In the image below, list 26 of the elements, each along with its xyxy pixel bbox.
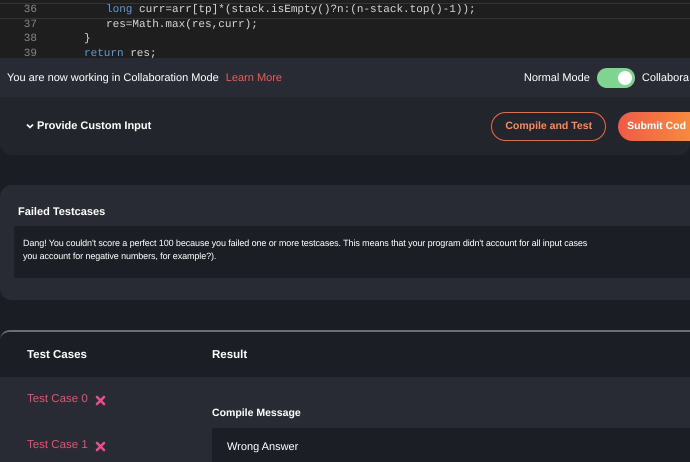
compile-message: Wrong Answer [212,428,690,462]
mode-label: Normal Mode [524,72,590,84]
column-heading: Test Cases [26,348,88,360]
code-line: } [84,33,91,46]
collaboration-mode-message: You are now working in Collaboration Mode [7,72,219,84]
failure-message: you account for negative numbers, for example?). [23,250,216,263]
section-heading: Compile Message [212,407,302,419]
failure-message: Dang! You couldn't score a perfect 100 because you failed one or more testcases. This means that your program didn't account for all input cases [23,237,588,250]
line-number: 36 [22,4,37,18]
learn-more-link[interactable]: Learn More [226,72,282,84]
line-number: 38 [22,33,37,46]
line-number: 37 [22,18,37,32]
column-heading: Result [212,348,248,360]
compile-button[interactable]: Compile and Test [491,112,606,140]
submit-button[interactable]: Submit Cod [618,112,690,140]
code-line: return res; [84,48,157,58]
custom-input-toggle[interactable]: Provide Custom Input [37,120,152,132]
line-number: 39 [22,48,37,58]
test-case-link[interactable]: Test Case 1 [27,439,88,451]
panel-title: Failed Testcases [18,206,106,218]
chevron-down-icon[interactable] [26,123,34,129]
test-case-link[interactable]: Test Case 0 [27,393,88,405]
code-line: res=Math.max(res,curr); [106,18,258,32]
mode-toggle[interactable] [596,68,635,88]
mode-label: Collabora [642,72,689,84]
code-line: long curr=arr[tp]*(stack.isEmpty()?n:(n-stack.top()-1)); [106,4,476,18]
